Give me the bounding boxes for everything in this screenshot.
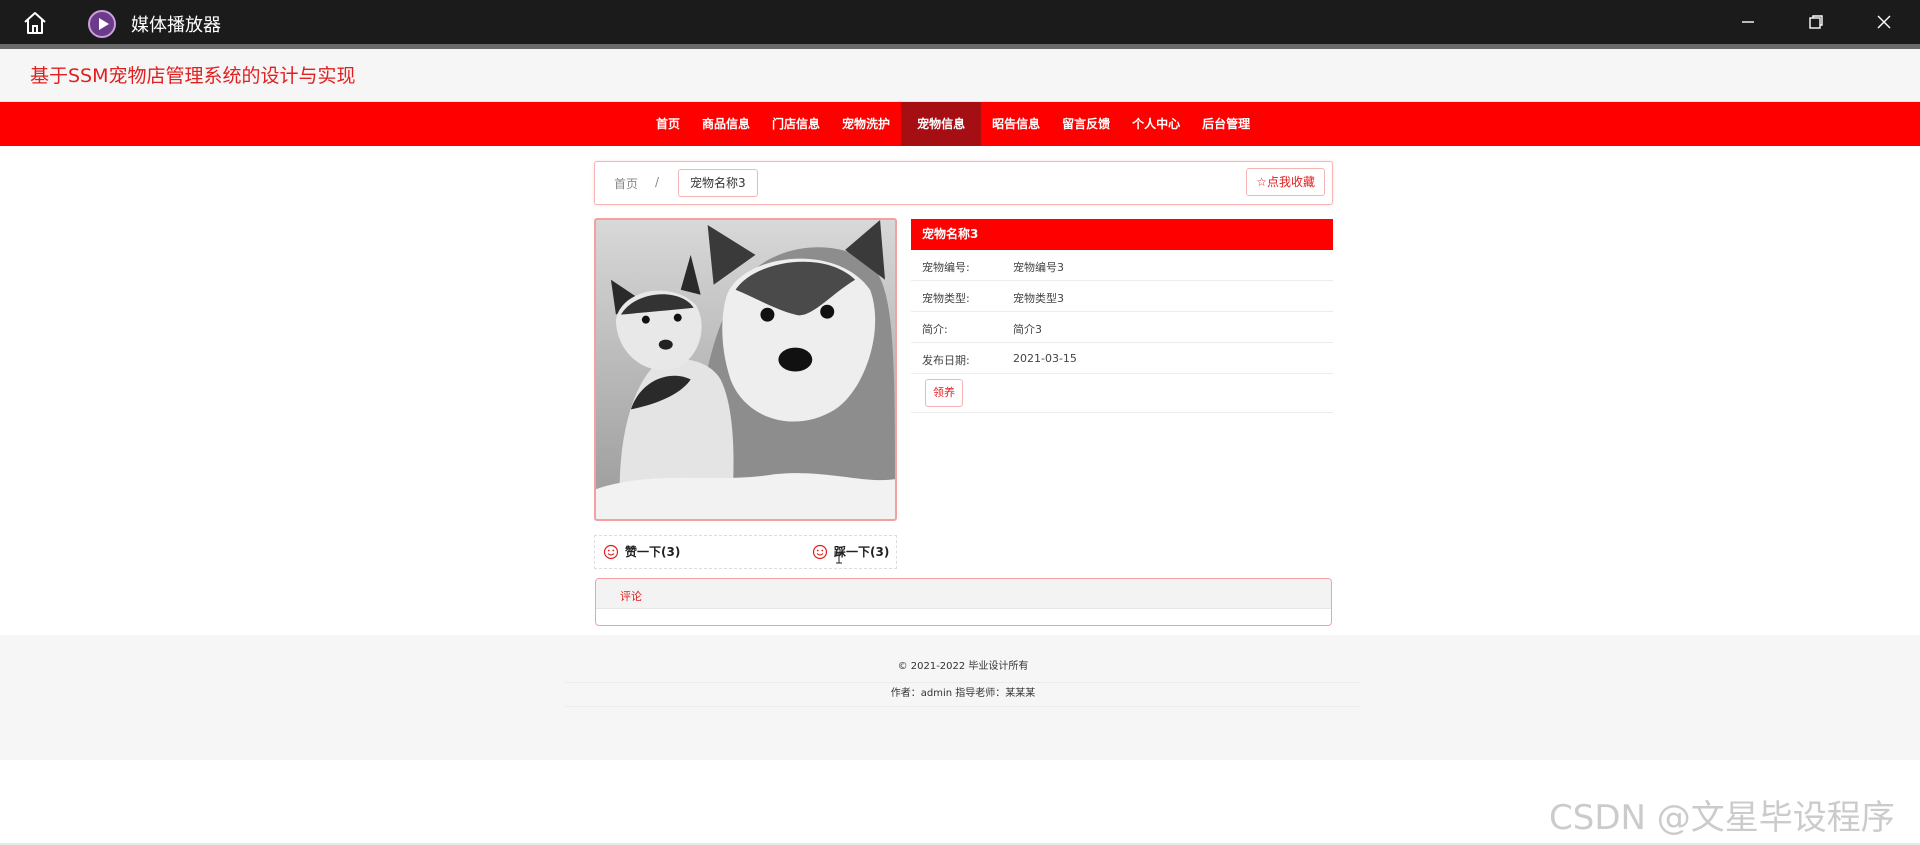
info-value: 宠物编号3 bbox=[1013, 261, 1064, 274]
window-titlebar: 媒体播放器 bbox=[0, 0, 1920, 44]
site-brand[interactable]: 基于SSM宠物店管理系统的设计与实现 bbox=[30, 61, 356, 88]
restore-icon bbox=[1809, 15, 1823, 29]
nav-item-profile[interactable]: 个人中心 bbox=[1121, 102, 1191, 146]
footer-copyright: © 2021-2022 毕业设计所有 bbox=[565, 657, 1361, 683]
like-label: 赞一下(3) bbox=[625, 545, 681, 559]
minimize-icon bbox=[1742, 21, 1754, 23]
window-title: 媒体播放器 bbox=[131, 15, 221, 36]
like-button[interactable]: 赞一下(3) bbox=[603, 543, 680, 560]
comments-panel: 评论 bbox=[595, 578, 1332, 626]
info-row: 宠物类型: 宠物类型3 bbox=[911, 281, 1333, 312]
info-actions: 领养 bbox=[911, 374, 1333, 413]
smile-icon bbox=[812, 544, 828, 559]
footer-credits: 作者：admin 指导老师：某某某 bbox=[565, 685, 1361, 707]
minimize-button[interactable] bbox=[1714, 0, 1782, 44]
close-button[interactable] bbox=[1850, 0, 1918, 44]
info-value: 简介3 bbox=[1013, 323, 1042, 336]
nav-item-feedback[interactable]: 留言反馈 bbox=[1051, 102, 1121, 146]
nav-item-home[interactable]: 首页 bbox=[645, 102, 691, 146]
site-header: 基于SSM宠物店管理系统的设计与实现 bbox=[0, 49, 1920, 102]
home-icon[interactable] bbox=[22, 11, 48, 35]
pet-info-table: 宠物名称3 宠物编号: 宠物编号3 宠物类型: 宠物类型3 简介: 简介3 发布… bbox=[911, 219, 1333, 413]
nav-item-admin[interactable]: 后台管理 bbox=[1191, 102, 1261, 146]
site-footer: © 2021-2022 毕业设计所有 作者：admin 指导老师：某某某 bbox=[0, 635, 1920, 760]
pet-info-title: 宠物名称3 bbox=[911, 219, 1333, 250]
info-row: 发布日期: 2021-03-15 bbox=[911, 343, 1333, 374]
nav-item-grooming[interactable]: 宠物洗护 bbox=[831, 102, 901, 146]
info-row: 简介: 简介3 bbox=[911, 312, 1333, 343]
nav-item-pets[interactable]: 宠物信息 bbox=[901, 102, 982, 146]
info-value: 宠物类型3 bbox=[1013, 292, 1064, 305]
info-row: 宠物编号: 宠物编号3 bbox=[911, 250, 1333, 281]
info-value: 2021-03-15 bbox=[1013, 352, 1077, 365]
pet-image bbox=[594, 218, 897, 521]
breadcrumb: 首页 / 宠物名称3 ☆点我收藏 bbox=[594, 161, 1333, 205]
nav-item-stores[interactable]: 门店信息 bbox=[761, 102, 831, 146]
nav-list: 首页 商品信息 门店信息 宠物洗护 宠物信息 昭告信息 留言反馈 个人中心 后台… bbox=[645, 102, 1261, 146]
media-player-icon bbox=[88, 10, 116, 38]
comments-title[interactable]: 评论 bbox=[620, 588, 642, 604]
text-cursor-icon bbox=[836, 552, 842, 564]
dislike-button[interactable]: 踩一下(3) bbox=[812, 543, 889, 560]
info-key: 发布日期: bbox=[922, 354, 970, 367]
nav-item-products[interactable]: 商品信息 bbox=[691, 102, 761, 146]
smile-icon bbox=[603, 544, 619, 559]
breadcrumb-current: 宠物名称3 bbox=[678, 169, 758, 197]
favorite-button[interactable]: ☆点我收藏 bbox=[1246, 168, 1325, 196]
watermark: CSDN @文星毕设程序 bbox=[1549, 798, 1895, 838]
main-nav: 首页 商品信息 门店信息 宠物洗护 宠物信息 昭告信息 留言反馈 个人中心 后台… bbox=[0, 102, 1920, 146]
restore-button[interactable] bbox=[1782, 0, 1850, 44]
nav-item-notices[interactable]: 昭告信息 bbox=[981, 102, 1051, 146]
reaction-bar: 赞一下(3) 踩一下(3) bbox=[594, 535, 897, 569]
comments-header: 评论 bbox=[596, 579, 1331, 609]
close-icon bbox=[1877, 15, 1891, 29]
info-key: 宠物类型: bbox=[922, 292, 970, 305]
breadcrumb-separator: / bbox=[655, 175, 660, 189]
breadcrumb-home-link[interactable]: 首页 bbox=[614, 175, 638, 192]
adopt-button[interactable]: 领养 bbox=[925, 379, 963, 407]
info-key: 宠物编号: bbox=[922, 261, 970, 274]
info-key: 简介: bbox=[922, 323, 948, 336]
